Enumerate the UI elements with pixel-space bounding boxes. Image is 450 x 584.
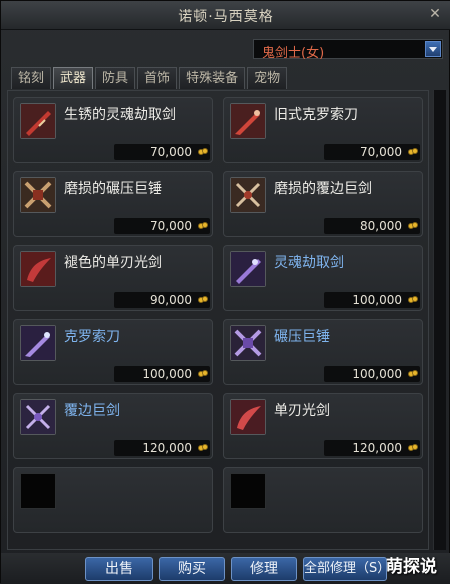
red-lightsword-icon	[230, 399, 266, 435]
price-bar: 120,000	[114, 440, 210, 456]
empty-item-slot[interactable]	[223, 467, 423, 533]
gold-coin-icon	[198, 370, 208, 377]
price-bar: 70,000	[324, 144, 420, 160]
tab-pet[interactable]: 宠物	[247, 67, 288, 89]
list-item[interactable]: 生锈的灵魂劫取剑 70,000	[13, 97, 213, 163]
window-title: 诺顿·马西莫格	[178, 9, 274, 25]
gold-coin-icon	[408, 370, 418, 377]
item-price: 70,000	[150, 219, 192, 233]
price-bar: 70,000	[114, 218, 210, 234]
item-name: 生锈的灵魂劫取剑	[64, 107, 176, 123]
item-name: 褪色的单刃光剑	[64, 255, 162, 271]
gold-coin-icon	[198, 444, 208, 451]
item-price: 100,000	[352, 367, 402, 381]
item-name: 磨损的碾压巨锤	[64, 181, 162, 197]
tab-accessory[interactable]: 首饰	[137, 67, 178, 89]
item-name: 磨损的覆边巨剑	[274, 181, 372, 197]
item-price: 100,000	[142, 367, 192, 381]
empty-icon-slot	[230, 473, 266, 509]
price-bar: 100,000	[324, 366, 420, 382]
item-price: 120,000	[142, 441, 192, 455]
red-sword-icon	[20, 103, 56, 139]
item-name: 单刃光剑	[274, 403, 330, 419]
empty-item-slot[interactable]	[13, 467, 213, 533]
red-blade-icon	[230, 103, 266, 139]
item-price: 120,000	[352, 441, 402, 455]
tab-armor[interactable]: 防具	[95, 67, 136, 89]
item-price: 70,000	[150, 145, 192, 159]
item-name: 碾压巨锤	[274, 329, 330, 345]
list-item[interactable]: 旧式克罗索刀 70,000	[223, 97, 423, 163]
empty-icon-slot	[20, 473, 56, 509]
purple-greatsword-icon	[20, 399, 56, 435]
item-name: 覆边巨剑	[64, 403, 120, 419]
category-tabs: 铭刻 武器 防具 首饰 特殊装备 宠物	[11, 67, 289, 91]
price-bar: 70,000	[114, 144, 210, 160]
purple-hammer-icon	[230, 325, 266, 361]
list-item[interactable]: 碾压巨锤 100,000	[223, 319, 423, 385]
item-price: 100,000	[352, 293, 402, 307]
list-item[interactable]: 覆边巨剑 120,000	[13, 393, 213, 459]
list-item[interactable]: 褪色的单刃光剑 90,000	[13, 245, 213, 311]
price-bar: 80,000	[324, 218, 420, 234]
crossed-hammer-icon	[20, 177, 56, 213]
buy-button[interactable]: 购买	[159, 557, 225, 581]
repair-all-button[interactable]: 全部修理（S）	[303, 557, 387, 581]
red-lightsword-icon	[20, 251, 56, 287]
price-bar: 120,000	[324, 440, 420, 456]
purple-blade-icon	[20, 325, 56, 361]
price-bar: 100,000	[324, 292, 420, 308]
price-bar: 100,000	[114, 366, 210, 382]
list-item[interactable]: 磨损的碾压巨锤 70,000	[13, 171, 213, 237]
title-bar[interactable]: 诺顿·马西莫格 ✕	[1, 1, 450, 30]
gold-coin-icon	[408, 296, 418, 303]
item-name: 克罗索刀	[64, 329, 120, 345]
scrollbar[interactable]	[433, 90, 446, 550]
class-select-value: 鬼剑士(女)	[262, 46, 325, 61]
item-price: 70,000	[360, 145, 402, 159]
item-price: 80,000	[360, 219, 402, 233]
gold-coin-icon	[408, 148, 418, 155]
tab-inscription[interactable]: 铭刻	[11, 67, 52, 89]
repair-button[interactable]: 修理	[231, 557, 297, 581]
class-select[interactable]: 鬼剑士(女)	[253, 39, 443, 61]
chevron-down-icon[interactable]	[425, 41, 441, 57]
price-bar: 90,000	[114, 292, 210, 308]
watermark-text: 萌探说	[386, 557, 437, 577]
list-item[interactable]: 灵魂劫取剑 100,000	[223, 245, 423, 311]
gold-coin-icon	[198, 148, 208, 155]
list-item[interactable]: 克罗索刀 100,000	[13, 319, 213, 385]
item-price: 90,000	[150, 293, 192, 307]
gold-coin-icon	[408, 222, 418, 229]
list-item[interactable]: 磨损的覆边巨剑 80,000	[223, 171, 423, 237]
tab-special-equipment[interactable]: 特殊装备	[179, 67, 246, 89]
gold-coin-icon	[198, 296, 208, 303]
gold-coin-icon	[408, 444, 418, 451]
item-name: 灵魂劫取剑	[274, 255, 344, 271]
sell-button[interactable]: 出售	[85, 557, 153, 581]
crossed-greatsword-icon	[230, 177, 266, 213]
tab-weapon[interactable]: 武器	[53, 67, 94, 89]
purple-sword-icon	[230, 251, 266, 287]
close-icon[interactable]: ✕	[427, 6, 443, 22]
list-item[interactable]: 单刃光剑 120,000	[223, 393, 423, 459]
gold-coin-icon	[198, 222, 208, 229]
shop-window: 诺顿·马西莫格 ✕ 鬼剑士(女) 铭刻 武器 防具 首饰 特殊装备 宠物 生锈的…	[0, 0, 450, 584]
item-name: 旧式克罗索刀	[274, 107, 358, 123]
